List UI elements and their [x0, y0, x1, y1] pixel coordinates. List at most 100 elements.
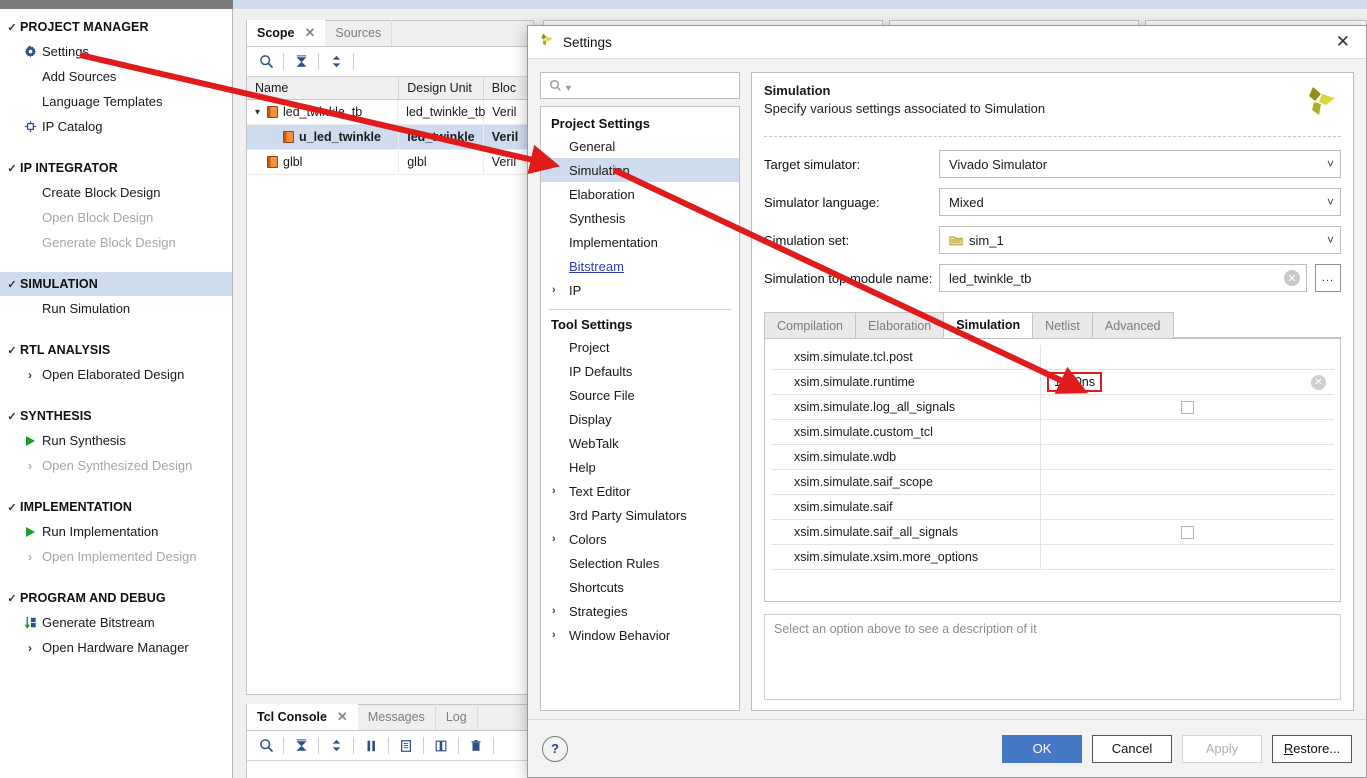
tab-sources[interactable]: Sources: [325, 20, 393, 46]
sidebar-section-program-and-debug[interactable]: ✓ PROGRAM AND DEBUG: [0, 586, 232, 610]
simulation-set-select[interactable]: sim_1 ˅: [939, 226, 1341, 254]
tree-item-text-editor[interactable]: › Text Editor: [541, 479, 739, 503]
sidebar-item-generate-bitstream[interactable]: Generate Bitstream: [0, 610, 232, 635]
option-row[interactable]: xsim.simulate.runtime 1000ns ✕: [771, 370, 1334, 395]
option-row[interactable]: xsim.simulate.log_all_signals: [771, 395, 1334, 420]
sidebar-item-open-elaborated-design[interactable]: › Open Elaborated Design: [0, 362, 232, 387]
ok-button[interactable]: OK: [1002, 734, 1082, 763]
close-icon[interactable]: ✕: [305, 25, 316, 41]
settings-search-field[interactable]: ▼: [540, 72, 740, 99]
table-row[interactable]: ▾ led_twinkle_tb led_twinkle_tb Veril: [247, 100, 533, 125]
tree-item-3rd-party-simulators[interactable]: 3rd Party Simulators: [541, 503, 739, 527]
tree-item-window-behavior[interactable]: › Window Behavior: [541, 623, 739, 647]
tree-item-ip[interactable]: › IP: [541, 278, 739, 302]
tree-item-ip-defaults[interactable]: IP Defaults: [541, 359, 739, 383]
tree-item-bitstream[interactable]: Bitstream: [541, 254, 739, 278]
search-icon[interactable]: [253, 734, 279, 758]
tree-item-elaboration[interactable]: Elaboration: [541, 182, 739, 206]
tree-item-strategies[interactable]: › Strategies: [541, 599, 739, 623]
option-value-cell[interactable]: [1041, 495, 1334, 519]
collapse-icon[interactable]: [288, 734, 314, 758]
sidebar-section-synthesis[interactable]: ✓ SYNTHESIS: [0, 404, 232, 428]
option-value-cell[interactable]: [1041, 520, 1334, 544]
tab-log[interactable]: Log: [436, 704, 478, 730]
sidebar-section-implementation[interactable]: ✓ IMPLEMENTATION: [0, 495, 232, 519]
option-row[interactable]: xsim.simulate.tcl.post: [771, 345, 1334, 370]
tree-item-simulation[interactable]: Simulation: [541, 158, 739, 182]
tab-messages[interactable]: Messages: [358, 704, 436, 730]
tree-item-source-file[interactable]: Source File: [541, 383, 739, 407]
tab-advanced[interactable]: Advanced: [1091, 312, 1174, 338]
sidebar-item-add-sources[interactable]: Add Sources: [0, 64, 232, 89]
cancel-button[interactable]: Cancel: [1092, 734, 1172, 763]
tree-item-display[interactable]: Display: [541, 407, 739, 431]
tree-item-selection-rules[interactable]: Selection Rules: [541, 551, 739, 575]
layout-icon[interactable]: [428, 734, 454, 758]
expand-icon[interactable]: [323, 734, 349, 758]
tree-item-project[interactable]: Project: [541, 335, 739, 359]
sidebar-item-ip-catalog[interactable]: IP Catalog: [0, 114, 232, 139]
close-icon[interactable]: ✕: [337, 709, 348, 725]
chevron-right-icon[interactable]: ›: [552, 605, 556, 617]
tree-item-colors[interactable]: › Colors: [541, 527, 739, 551]
sidebar-item-open-hardware-manager[interactable]: › Open Hardware Manager: [0, 635, 232, 660]
sidebar-item-create-block-design[interactable]: Create Block Design: [0, 180, 232, 205]
option-value-cell[interactable]: [1041, 445, 1334, 469]
option-checkbox[interactable]: [1181, 400, 1194, 414]
tree-item-implementation[interactable]: Implementation: [541, 230, 739, 254]
option-value-cell[interactable]: 1000ns ✕: [1041, 370, 1334, 394]
sidebar-item-language-templates[interactable]: Language Templates: [0, 89, 232, 114]
column-header-design-unit[interactable]: Design Unit: [399, 77, 484, 99]
tree-item-help[interactable]: Help: [541, 455, 739, 479]
sidebar-section-ip-integrator[interactable]: ✓ IP INTEGRATOR: [0, 156, 232, 180]
target-simulator-select[interactable]: Vivado Simulator ˅: [939, 150, 1341, 178]
sidebar-item-settings[interactable]: Settings: [0, 39, 232, 64]
sidebar-section-project-manager[interactable]: ✓ PROJECT MANAGER: [0, 15, 232, 39]
help-button[interactable]: ?: [542, 735, 568, 762]
copy-icon[interactable]: [393, 734, 419, 758]
option-row[interactable]: xsim.simulate.xsim.more_options: [771, 545, 1334, 570]
column-header-name[interactable]: Name: [247, 77, 400, 99]
chevron-right-icon[interactable]: ›: [552, 485, 556, 497]
option-row[interactable]: xsim.simulate.wdb: [771, 445, 1334, 470]
option-value-runtime[interactable]: 1000ns: [1047, 372, 1103, 392]
option-row[interactable]: xsim.simulate.saif: [771, 495, 1334, 520]
simulator-language-select[interactable]: Mixed ˅: [939, 188, 1341, 216]
table-row[interactable]: glbl glbl Veril: [247, 150, 533, 175]
tree-item-general[interactable]: General: [541, 134, 739, 158]
option-value-cell[interactable]: [1041, 420, 1334, 444]
tab-scope[interactable]: Scope ✕: [247, 20, 326, 46]
tab-tcl-console[interactable]: Tcl Console ✕: [247, 704, 358, 730]
table-row[interactable]: u_led_twinkle led_twinkle Veril: [247, 125, 533, 150]
sidebar-item-run-synthesis[interactable]: Run Synthesis: [0, 428, 232, 453]
chevron-right-icon[interactable]: ›: [552, 629, 556, 641]
clear-icon[interactable]: ✕: [1284, 270, 1300, 286]
tree-item-synthesis[interactable]: Synthesis: [541, 206, 739, 230]
tree-item-shortcuts[interactable]: Shortcuts: [541, 575, 739, 599]
chevron-down-icon[interactable]: ˅: [1327, 195, 1334, 209]
expand-all-icon[interactable]: [323, 50, 349, 74]
option-row[interactable]: xsim.simulate.saif_all_signals: [771, 520, 1334, 545]
search-icon[interactable]: [253, 50, 279, 74]
sidebar-section-rtl-analysis[interactable]: ✓ RTL ANALYSIS: [0, 338, 232, 362]
tab-netlist[interactable]: Netlist: [1032, 312, 1093, 338]
restore-button[interactable]: Restore...: [1272, 734, 1352, 763]
option-row[interactable]: xsim.simulate.custom_tcl: [771, 420, 1334, 445]
option-value-cell[interactable]: [1041, 545, 1334, 569]
column-header-block-type[interactable]: Bloc: [484, 77, 533, 99]
chevron-right-icon[interactable]: ›: [552, 533, 556, 545]
option-value-cell[interactable]: [1041, 470, 1334, 494]
close-icon[interactable]: ✕: [1330, 32, 1356, 52]
sidebar-item-run-simulation[interactable]: Run Simulation: [0, 296, 232, 321]
option-checkbox[interactable]: [1181, 525, 1194, 539]
clear-icon[interactable]: ✕: [1311, 374, 1326, 390]
chevron-down-icon[interactable]: ˅: [1327, 157, 1334, 171]
sidebar-section-simulation[interactable]: ✓ SIMULATION: [0, 272, 232, 296]
browse-button[interactable]: ...: [1315, 264, 1341, 292]
option-row[interactable]: xsim.simulate.saif_scope: [771, 470, 1334, 495]
tab-compilation[interactable]: Compilation: [764, 312, 857, 338]
tab-elaboration[interactable]: Elaboration: [855, 312, 945, 338]
chevron-down-icon[interactable]: ˅: [1327, 233, 1334, 247]
dropdown-caret-icon[interactable]: ▼: [564, 83, 573, 93]
tree-item-webtalk[interactable]: WebTalk: [541, 431, 739, 455]
